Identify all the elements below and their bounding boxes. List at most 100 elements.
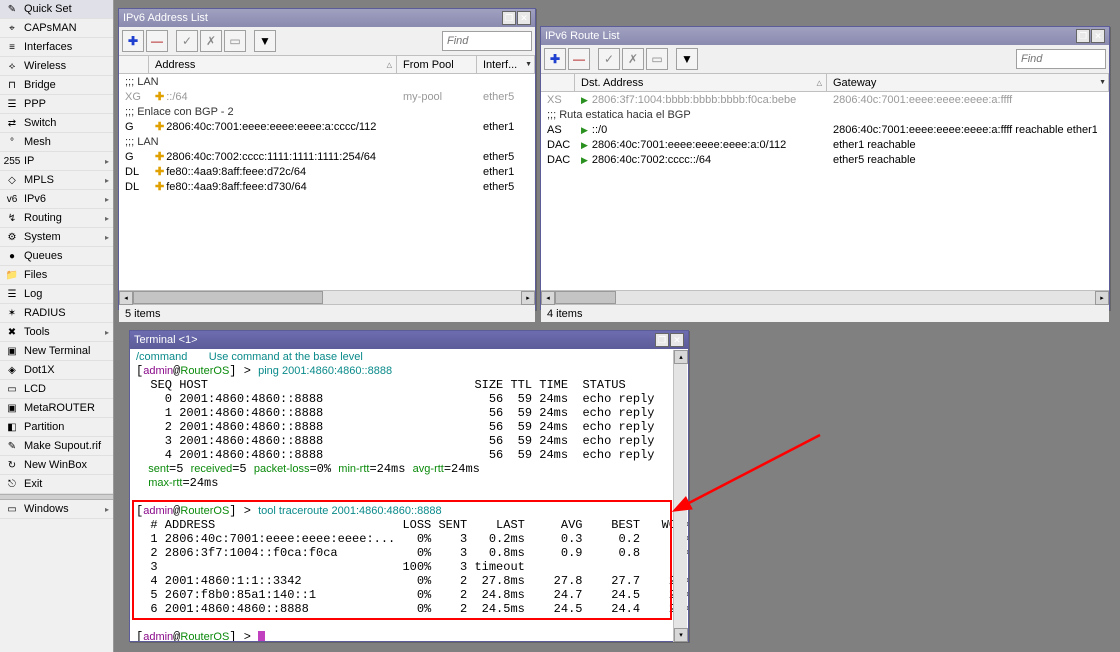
sidebar-item[interactable]: ●Queues [0,247,113,266]
sidebar-item-windows[interactable]: ▭ Windows ▸ [0,500,113,519]
sidebar-item[interactable]: ⊓Bridge [0,76,113,95]
sidebar-item[interactable]: ⌖CAPsMAN [0,19,113,38]
sidebar-item-label: Interfaces [24,41,72,53]
sidebar-item[interactable]: ⇄Switch [0,114,113,133]
sidebar-item-label: Log [24,288,42,300]
column-gateway[interactable]: Gateway▼ [827,74,1109,91]
sidebar-item[interactable]: ▣New Terminal [0,342,113,361]
window-title: IPv6 Address List [123,12,208,24]
sidebar-item-label: MPLS [24,174,54,186]
window-restore-button[interactable]: ❐ [655,333,669,347]
menu-icon: 255 [4,153,20,169]
column-address[interactable]: Address△ [149,56,397,73]
sidebar-item[interactable]: ▭LCD [0,380,113,399]
sidebar-item[interactable]: ↻New WinBox [0,456,113,475]
scroll-down-button[interactable]: ▾ [674,628,688,642]
scroll-left-button[interactable]: ◂ [541,291,555,305]
table-row[interactable]: XS▶2806:3f7:1004:bbbb:bbbb:bbbb:f0ca:beb… [541,92,1109,107]
column-from-pool[interactable]: From Pool [397,56,477,73]
sidebar-item[interactable]: ☰PPP [0,95,113,114]
disable-button[interactable]: ✗ [622,48,644,70]
sidebar-item-label: Wireless [24,60,66,72]
find-input[interactable] [1016,49,1106,69]
sidebar-item[interactable]: ⎋Exit [0,475,113,494]
terminal-output[interactable]: /command Use command at the base level [… [130,349,688,641]
remove-button[interactable]: — [146,30,168,52]
sidebar-item[interactable]: ◇MPLS▸ [0,171,113,190]
scroll-right-button[interactable]: ▸ [1095,291,1109,305]
column-dst-address[interactable]: Dst. Address△ [575,74,827,91]
table-body[interactable]: XS▶2806:3f7:1004:bbbb:bbbb:bbbb:f0ca:beb… [541,92,1109,290]
scroll-up-button[interactable]: ▴ [674,350,688,364]
window-titlebar[interactable]: IPv6 Route List ❐ ✕ [541,27,1109,45]
disable-button[interactable]: ✗ [200,30,222,52]
scroll-thumb[interactable] [133,291,323,304]
vertical-scrollbar[interactable]: ▴ ▾ [673,350,687,642]
comment-button[interactable]: ▭ [646,48,668,70]
table-row[interactable]: DAC▶2806:40c:7001:eeee:eeee:eeee:a:0/112… [541,137,1109,152]
filter-button[interactable]: ▼ [676,48,698,70]
sidebar-item[interactable]: v6IPv6▸ [0,190,113,209]
scroll-right-button[interactable]: ▸ [521,291,535,305]
window-titlebar[interactable]: Terminal <1> ❐ ✕ [130,331,688,349]
column-flag[interactable] [119,56,149,73]
find-input[interactable] [442,31,532,51]
sidebar-item-label: Make Supout.rif [24,440,101,452]
sidebar-item[interactable]: ✶RADIUS [0,304,113,323]
sidebar-item-label: PPP [24,98,46,110]
sidebar-item[interactable]: ✖Tools▸ [0,323,113,342]
sidebar-item[interactable]: ▣MetaROUTER [0,399,113,418]
sidebar-item[interactable]: ≡Interfaces [0,38,113,57]
horizontal-scrollbar[interactable]: ◂ ▸ [119,290,535,304]
window-close-button[interactable]: ✕ [1091,29,1105,43]
sidebar-item[interactable]: ◈Dot1X [0,361,113,380]
sidebar-item-label: New Terminal [24,345,90,357]
table-row[interactable]: DAC▶2806:40c:7002:cccc::/64ether5 reacha… [541,152,1109,167]
sidebar-item[interactable]: °Mesh [0,133,113,152]
column-interface[interactable]: Interf...▼ [477,56,535,73]
sidebar-item[interactable]: ◧Partition [0,418,113,437]
menu-icon: ▭ [4,381,20,397]
table-row[interactable]: DL✚fe80::4aa9:8aff:feee:d730/64ether5 [119,179,535,194]
address-icon: ✚ [155,151,164,163]
window-close-button[interactable]: ✕ [670,333,684,347]
table-body[interactable]: ;;; LANXG✚::/64my-poolether5;;; Enlace c… [119,74,535,290]
add-button[interactable]: ✚ [544,48,566,70]
scroll-left-button[interactable]: ◂ [119,291,133,305]
table-row[interactable]: G✚2806:40c:7002:cccc:1111:1111:1111:254/… [119,149,535,164]
scroll-thumb[interactable] [555,291,616,304]
table-row[interactable]: G✚2806:40c:7001:eeee:eeee:eeee:a:cccc/11… [119,119,535,134]
sidebar-item[interactable]: ✎Quick Set [0,0,113,19]
sidebar-item-label: Tools [24,326,50,338]
add-button[interactable]: ✚ [122,30,144,52]
sidebar-item[interactable]: ⟡Wireless [0,57,113,76]
enable-button[interactable]: ✓ [176,30,198,52]
sidebar-item-label: System [24,231,61,243]
address-icon: ✚ [155,181,164,193]
sidebar-item[interactable]: ☰Log [0,285,113,304]
sidebar-item-label: IPv6 [24,193,46,205]
enable-button[interactable]: ✓ [598,48,620,70]
table-row[interactable]: AS▶::/02806:40c:7001:eeee:eeee:eeee:a:ff… [541,122,1109,137]
table-row[interactable]: DL✚fe80::4aa9:8aff:feee:d72c/64ether1 [119,164,535,179]
horizontal-scrollbar[interactable]: ◂ ▸ [541,290,1109,304]
remove-button[interactable]: — [568,48,590,70]
sidebar-item[interactable]: 📁Files [0,266,113,285]
table-row[interactable]: XG✚::/64my-poolether5 [119,89,535,104]
sidebar-item[interactable]: 255IP▸ [0,152,113,171]
window-close-button[interactable]: ✕ [517,11,531,25]
column-flag[interactable] [541,74,575,91]
sidebar-item-label: CAPsMAN [24,22,77,34]
sidebar-item[interactable]: ✎ Make Supout.rif [0,437,113,456]
sidebar-item-label: Files [24,269,47,281]
comment-button[interactable]: ▭ [224,30,246,52]
table-group: ;;; LAN [119,134,535,149]
filter-button[interactable]: ▼ [254,30,276,52]
window-titlebar[interactable]: IPv6 Address List ❐ ✕ [119,9,535,27]
window-restore-button[interactable]: ❐ [502,11,516,25]
status-bar: 5 items [119,304,535,322]
window-restore-button[interactable]: ❐ [1076,29,1090,43]
sidebar-item[interactable]: ↯Routing▸ [0,209,113,228]
sidebar-item[interactable]: ⚙System▸ [0,228,113,247]
menu-icon: ✎ [4,438,20,454]
